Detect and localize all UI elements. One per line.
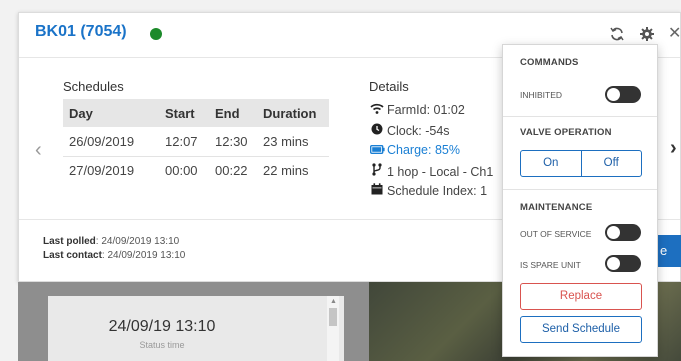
inhibited-label: INHIBITED [520,90,563,100]
valve-on-button[interactable]: On [521,151,581,176]
code-fork-icon [369,163,385,179]
scroll-up-icon[interactable]: ▲ [330,298,337,305]
table-cell: 12:07 [159,127,209,157]
send-schedule-button[interactable]: Send Schedule [520,316,642,343]
wifi-icon [369,103,385,117]
action-button-partial[interactable]: e [657,235,681,267]
chevron-left-icon[interactable]: ‹ [35,139,42,162]
column-header-day: Day [63,99,159,127]
table-cell: 22 mins [263,163,309,179]
spare-unit-toggle[interactable] [605,255,641,272]
status-time-value: 24/09/19 13:10 [108,318,216,335]
details-heading: Details [369,79,409,94]
out-of-service-toggle[interactable] [605,224,641,241]
table-cell: 00:22 [215,163,248,179]
schedule-index-text: Schedule Index: 1 [387,184,488,198]
last-contact: Last contact: 24/09/2019 13:10 [43,250,185,261]
last-polled-label: Last polled [43,236,96,247]
refresh-icon[interactable] [609,26,625,42]
maintenance-heading: MAINTENANCE [520,202,593,213]
chevron-right-icon[interactable]: › [670,137,677,160]
close-icon[interactable]: ✕ [668,26,681,42]
table-cell: 00:00 [165,163,198,179]
table-cell: 12:30 [209,127,257,157]
table-header-row: Day Start End Duration [63,99,329,127]
last-contact-label: Last contact [43,250,102,261]
toggle-knob [607,257,620,270]
column-header-duration: Duration [257,99,329,127]
table-row: 26/09/2019 12:07 12:30 23 mins [63,127,329,157]
toggle-knob [607,226,620,239]
commands-heading: COMMANDS [520,57,579,68]
menu-divider [503,189,657,190]
status-indicator [150,28,162,40]
table-cell: 26/09/2019 [63,127,159,157]
hop-detail: 1 hop - Local - Ch1 [369,163,493,179]
hop-text: 1 hop - Local - Ch1 [387,165,494,179]
menu-divider [503,116,657,117]
replace-button[interactable]: Replace [520,283,642,310]
valve-off-button[interactable]: Off [580,151,642,176]
valve-operation-toggle-group: On Off [520,150,642,177]
farm-id-detail: FarmId: 01:02 [369,103,465,117]
table-row: 27/09/2019 00:00 00:22 22 mins [63,156,329,185]
out-of-service-label: OUT OF SERVICE [520,229,592,239]
table-cell: 27/09/2019 [69,163,135,179]
calendar-icon [369,183,385,198]
charge-text: Charge: 85% [387,143,460,157]
schedules-table: Day Start End Duration 26/09/2019 12:07 … [63,99,329,185]
schedules-heading: Schedules [63,79,124,94]
device-title: BK01 (7054) [35,23,127,40]
last-contact-value: : 24/09/2019 13:10 [101,250,186,261]
battery-icon [369,143,385,157]
valve-operation-heading: VALVE OPERATION [520,127,612,138]
inhibited-toggle[interactable] [605,86,641,103]
clock-text: Clock: -54s [387,124,450,138]
last-polled-value: : 24/09/2019 13:10 [95,236,180,247]
column-header-end: End [209,99,257,127]
table-cell: 23 mins [257,127,329,157]
toggle-knob [607,88,620,101]
gear-icon[interactable] [639,26,655,42]
scrollbar-thumb[interactable] [329,308,337,326]
last-polled: Last polled: 24/09/2019 13:10 [43,236,179,247]
charge-detail: Charge: 85% [369,143,460,157]
column-header-start: Start [159,99,209,127]
farm-id-text: FarmId: 01:02 [387,103,465,117]
clock-icon [369,123,385,138]
spare-unit-label: IS SPARE UNIT [520,260,581,270]
schedule-index-detail: Schedule Index: 1 [369,183,487,198]
scrollbar[interactable] [327,296,339,361]
settings-menu: COMMANDS INHIBITED VALVE OPERATION On Of… [502,44,658,357]
clock-detail: Clock: -54s [369,123,450,138]
status-time-label: Status time [139,340,185,350]
